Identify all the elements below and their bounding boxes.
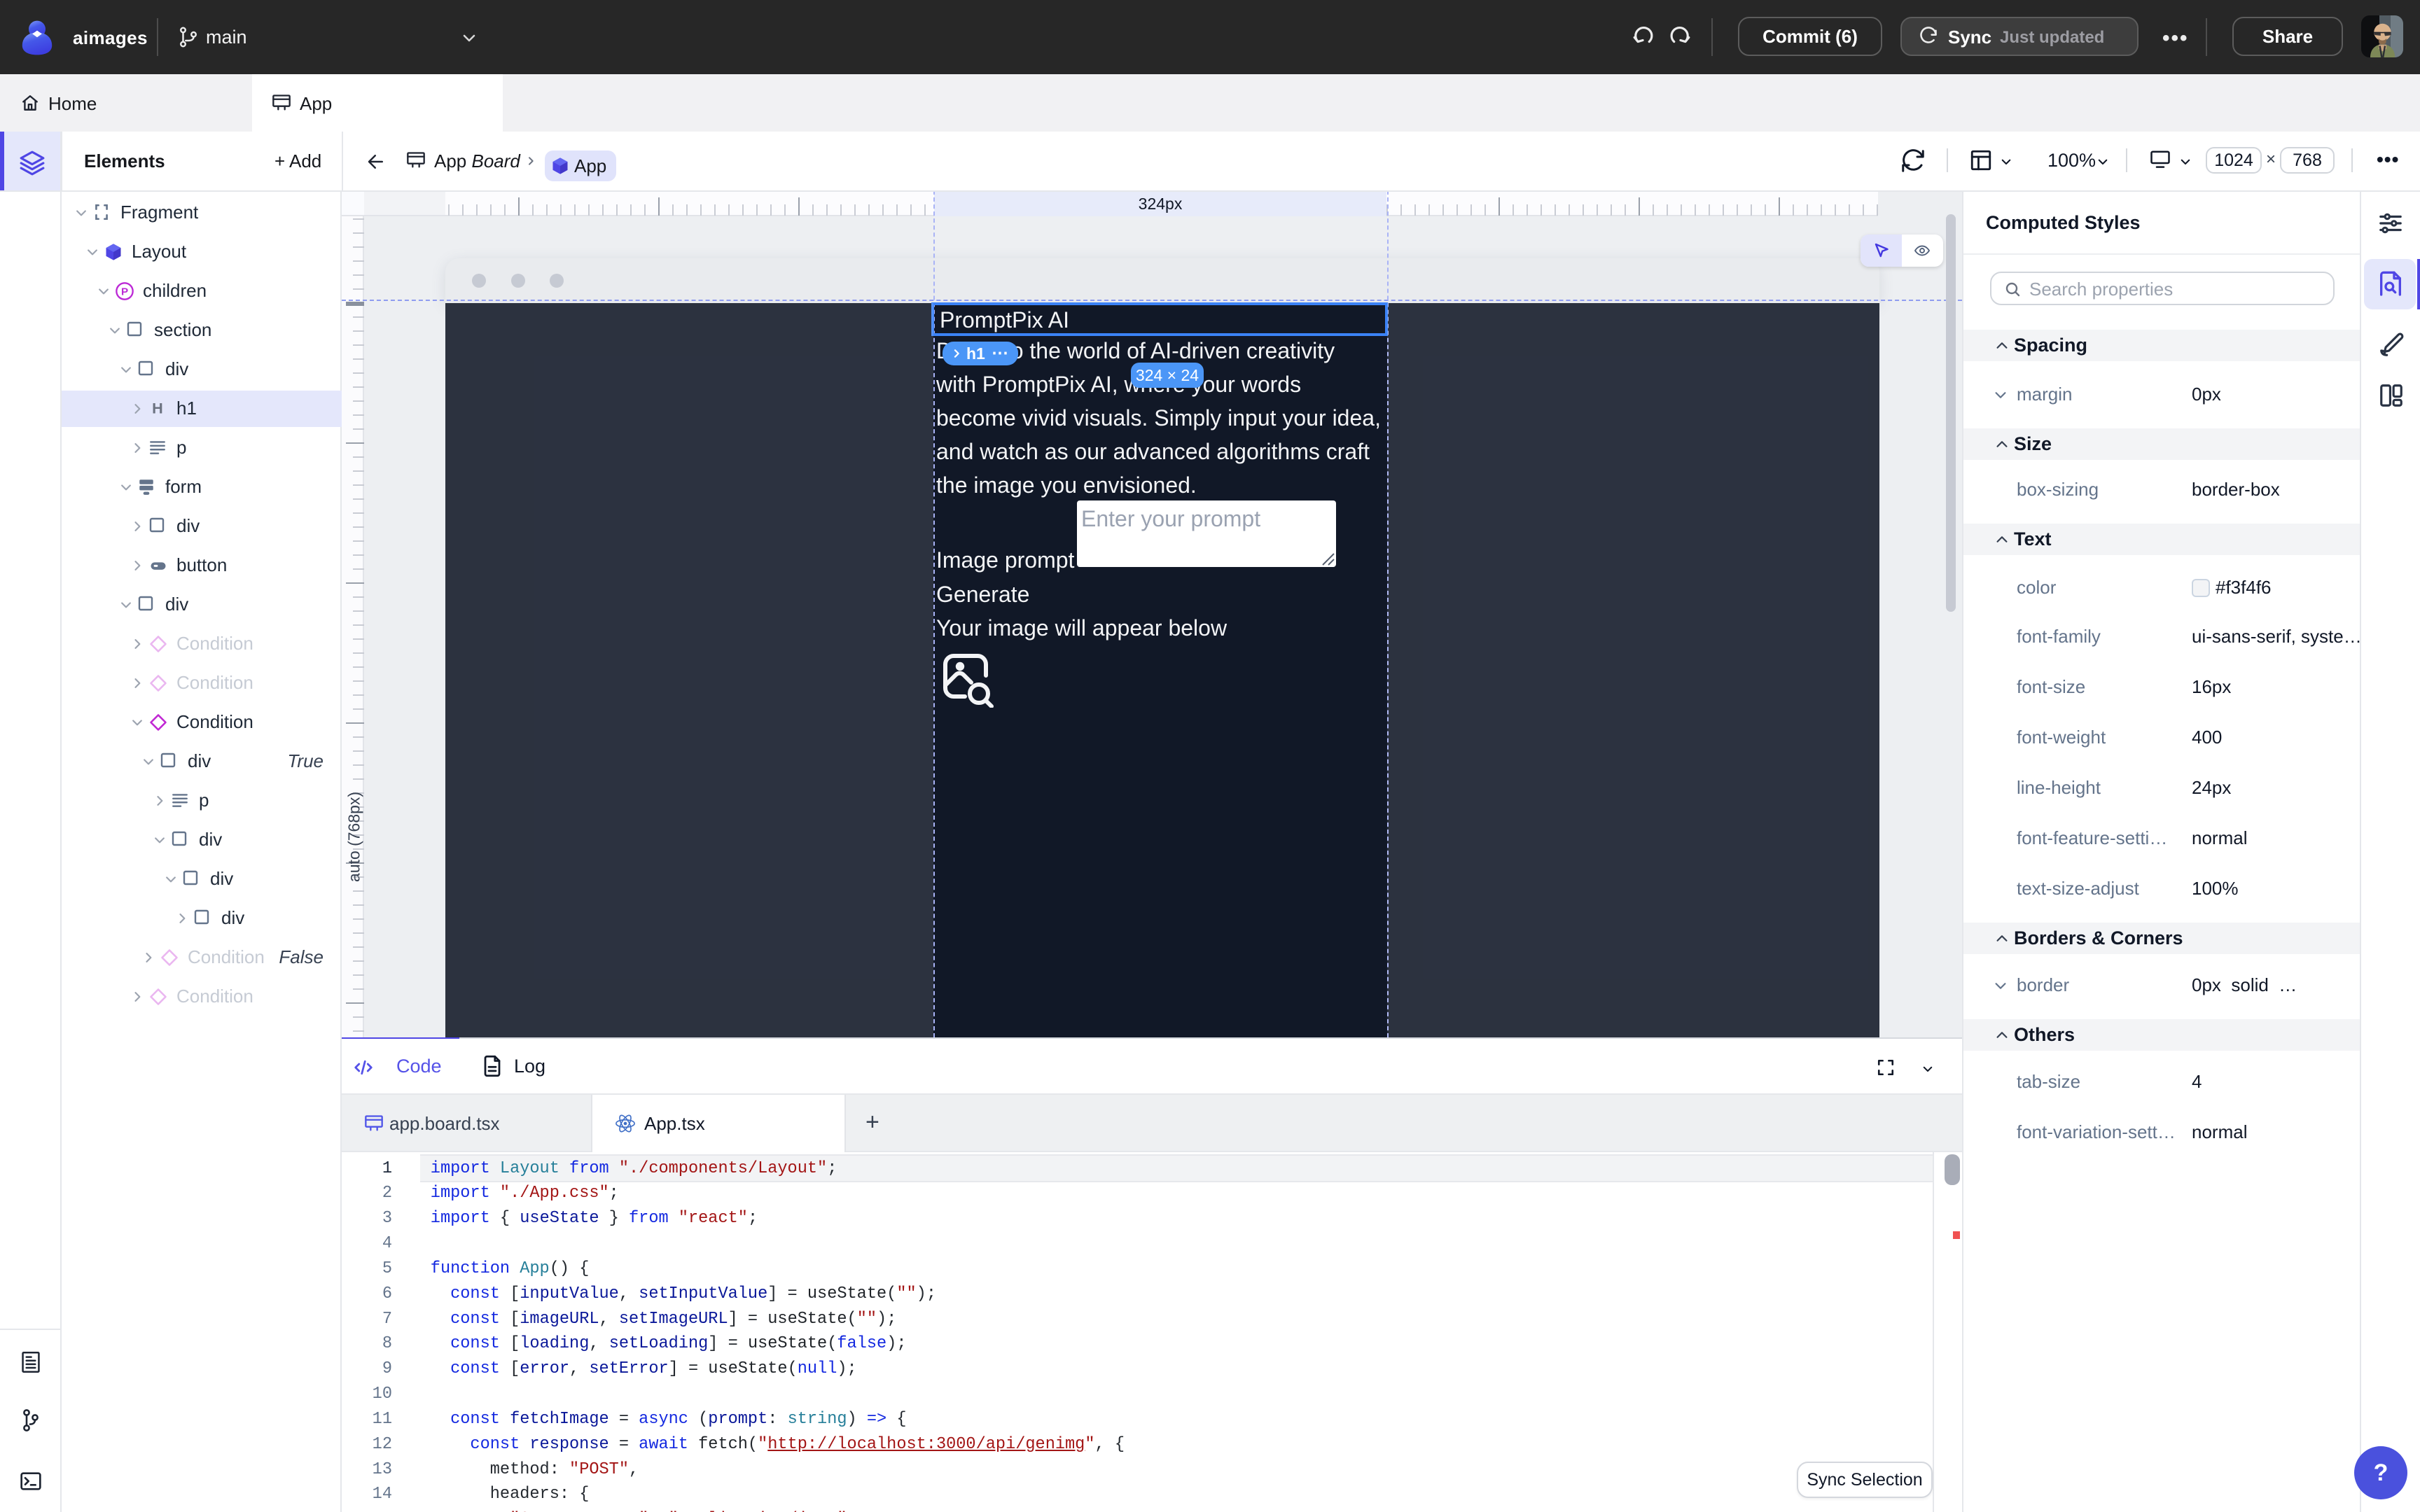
svg-text:H: H bbox=[152, 400, 163, 417]
svg-text:P: P bbox=[121, 286, 128, 298]
